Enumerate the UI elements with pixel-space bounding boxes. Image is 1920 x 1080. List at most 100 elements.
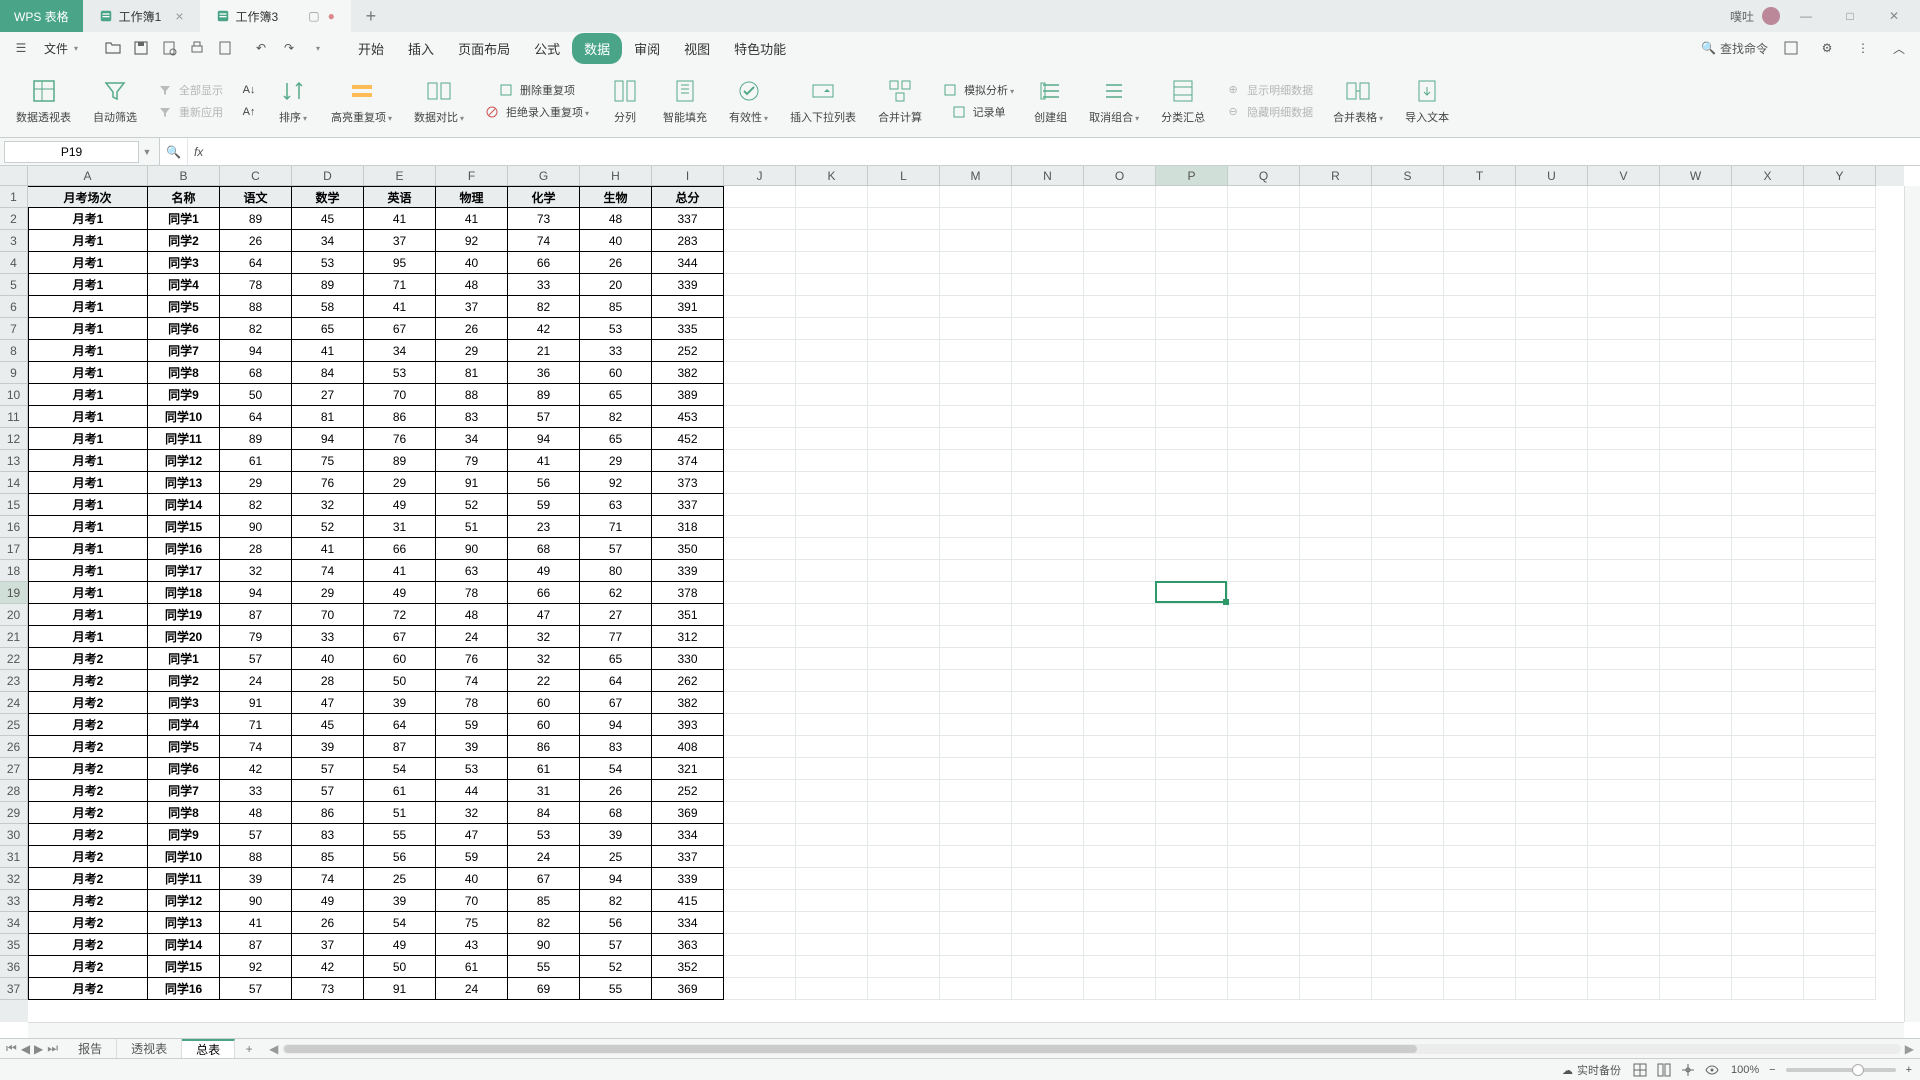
cell[interactable] <box>1516 780 1588 802</box>
cell[interactable]: 369 <box>652 978 724 1000</box>
cell[interactable] <box>1372 318 1444 340</box>
cell[interactable] <box>940 648 1012 670</box>
cell[interactable]: 89 <box>292 274 364 296</box>
cell[interactable] <box>1516 890 1588 912</box>
cell[interactable] <box>1012 912 1084 934</box>
cell[interactable] <box>1516 318 1588 340</box>
row-header[interactable]: 22 <box>0 648 28 670</box>
cell[interactable]: 月考1 <box>28 274 148 296</box>
cell[interactable] <box>940 802 1012 824</box>
cell[interactable] <box>1804 186 1876 208</box>
cell[interactable]: 54 <box>364 758 436 780</box>
cell[interactable] <box>940 472 1012 494</box>
cell[interactable]: 月考1 <box>28 450 148 472</box>
cell[interactable] <box>796 824 868 846</box>
cell[interactable]: 65 <box>580 384 652 406</box>
cell[interactable]: 43 <box>436 934 508 956</box>
cell[interactable] <box>1300 274 1372 296</box>
cell[interactable]: 352 <box>652 956 724 978</box>
cell[interactable] <box>1012 868 1084 890</box>
cell[interactable]: 82 <box>508 296 580 318</box>
cell[interactable] <box>1156 736 1228 758</box>
cell[interactable] <box>724 208 796 230</box>
cell[interactable] <box>1516 472 1588 494</box>
cell[interactable]: 数学 <box>292 186 364 208</box>
cell[interactable] <box>868 692 940 714</box>
cell[interactable] <box>1588 780 1660 802</box>
cell[interactable]: 252 <box>652 340 724 362</box>
cell[interactable] <box>1588 912 1660 934</box>
view-reading-icon[interactable] <box>1679 1061 1697 1079</box>
cell[interactable] <box>1372 736 1444 758</box>
cell[interactable] <box>1156 692 1228 714</box>
horizontal-scrollbar[interactable]: ◀ ▶ <box>263 1039 1920 1058</box>
cell[interactable] <box>940 582 1012 604</box>
cell[interactable] <box>1228 846 1300 868</box>
cell[interactable]: 月考2 <box>28 648 148 670</box>
cell[interactable]: 28 <box>220 538 292 560</box>
cell[interactable] <box>940 758 1012 780</box>
whatif-button[interactable]: 模拟分析▾ <box>936 80 1020 100</box>
cell[interactable]: 同学14 <box>148 934 220 956</box>
cell[interactable] <box>1156 494 1228 516</box>
cell[interactable]: 94 <box>508 428 580 450</box>
cell[interactable] <box>1732 956 1804 978</box>
doc-tab[interactable]: 工作簿3 ▢ ● <box>200 0 351 32</box>
cell[interactable] <box>1300 978 1372 1000</box>
cell[interactable] <box>868 780 940 802</box>
cell[interactable] <box>1444 824 1516 846</box>
cell[interactable] <box>1372 516 1444 538</box>
cell[interactable]: 化学 <box>508 186 580 208</box>
cell[interactable] <box>796 296 868 318</box>
cell[interactable]: 70 <box>292 604 364 626</box>
ribbon-tab-start[interactable]: 开始 <box>346 33 396 64</box>
cell[interactable] <box>796 538 868 560</box>
cell[interactable] <box>1084 384 1156 406</box>
cell[interactable] <box>1588 956 1660 978</box>
cell[interactable]: 53 <box>292 252 364 274</box>
row-header[interactable]: 27 <box>0 758 28 780</box>
cell[interactable]: 82 <box>220 318 292 340</box>
cell[interactable] <box>796 648 868 670</box>
cell[interactable] <box>1660 758 1732 780</box>
cell[interactable]: 月考2 <box>28 934 148 956</box>
row-header[interactable]: 4 <box>0 252 28 274</box>
cell[interactable] <box>1084 758 1156 780</box>
cell[interactable] <box>1804 494 1876 516</box>
cell[interactable] <box>1660 692 1732 714</box>
open-icon[interactable] <box>100 35 126 61</box>
cell[interactable] <box>1156 956 1228 978</box>
cell[interactable]: 41 <box>508 450 580 472</box>
vertical-scrollbar[interactable] <box>1904 186 1920 1022</box>
cell[interactable] <box>868 956 940 978</box>
row-header[interactable]: 7 <box>0 318 28 340</box>
cell[interactable] <box>1156 604 1228 626</box>
cell[interactable] <box>1228 428 1300 450</box>
cell[interactable] <box>868 340 940 362</box>
cell[interactable]: 82 <box>508 912 580 934</box>
column-header[interactable]: T <box>1444 166 1516 186</box>
cell[interactable]: 同学17 <box>148 560 220 582</box>
cell[interactable]: 71 <box>364 274 436 296</box>
cell[interactable] <box>1804 406 1876 428</box>
cell[interactable]: 月考2 <box>28 824 148 846</box>
cell[interactable]: 62 <box>580 582 652 604</box>
cell[interactable]: 75 <box>292 450 364 472</box>
cell[interactable] <box>1732 890 1804 912</box>
cell[interactable] <box>868 868 940 890</box>
cell[interactable] <box>940 626 1012 648</box>
cell[interactable] <box>1228 472 1300 494</box>
cell[interactable]: 64 <box>364 714 436 736</box>
cell[interactable]: 318 <box>652 516 724 538</box>
cell[interactable] <box>1012 846 1084 868</box>
sort-button[interactable]: 排序▾ <box>269 73 317 129</box>
row-header[interactable]: 9 <box>0 362 28 384</box>
cell[interactable]: 31 <box>364 516 436 538</box>
cell[interactable] <box>1372 494 1444 516</box>
cell[interactable] <box>1012 736 1084 758</box>
cell[interactable]: 41 <box>220 912 292 934</box>
cell[interactable] <box>1516 846 1588 868</box>
cell[interactable]: 21 <box>508 340 580 362</box>
cell[interactable] <box>1372 230 1444 252</box>
row-header[interactable]: 36 <box>0 956 28 978</box>
